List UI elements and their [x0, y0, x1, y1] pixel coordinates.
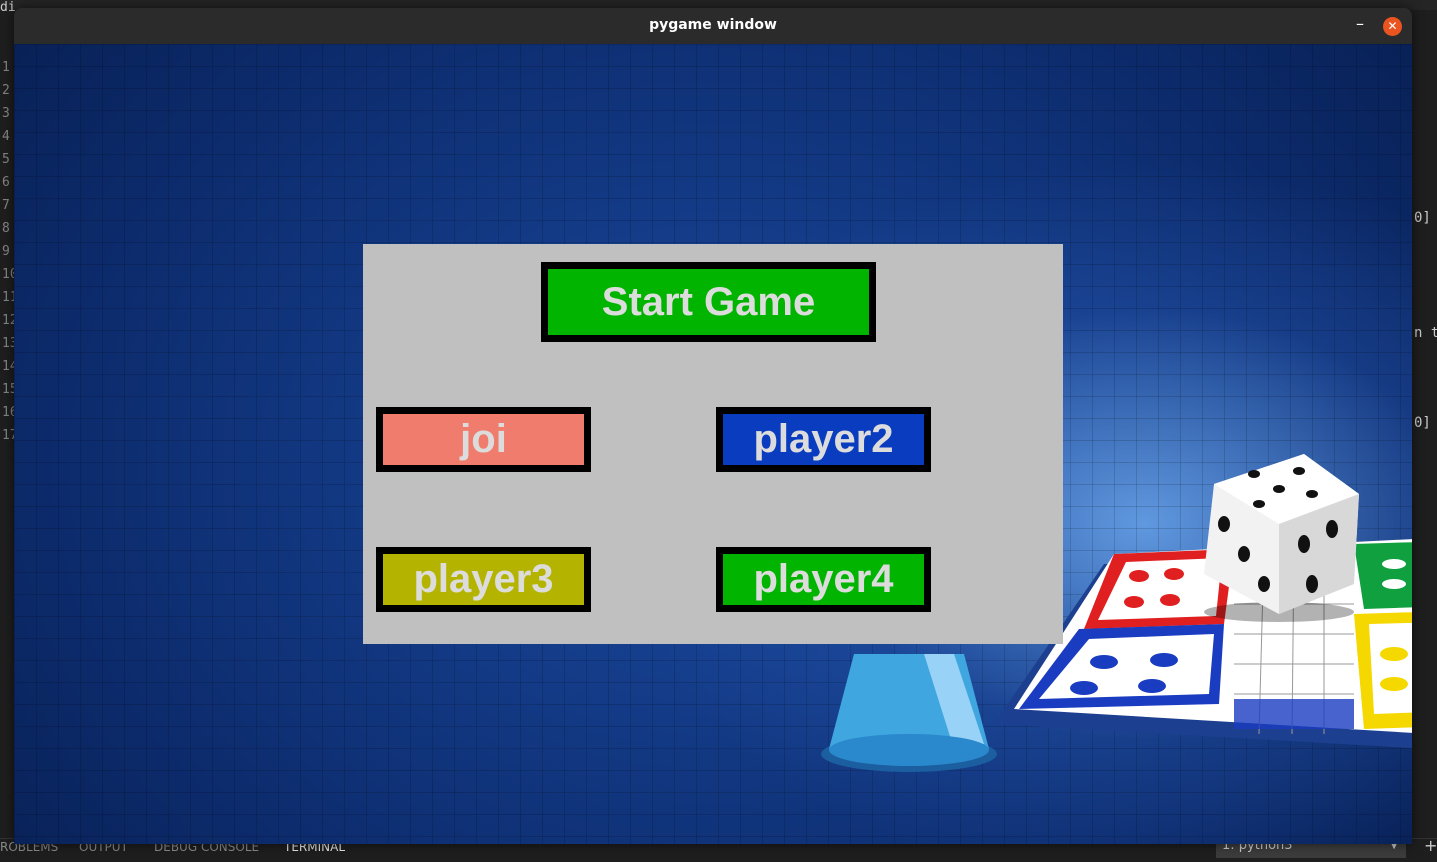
line-number: 14 [2, 359, 14, 374]
window-titlebar[interactable]: pygame window – ✕ [14, 8, 1412, 45]
player1-name-button[interactable]: joi [376, 407, 591, 472]
player4-name-button[interactable]: player4 [716, 547, 931, 612]
line-number: 2 [2, 83, 10, 98]
game-canvas[interactable]: Start Game joi player2 player3 player4 [14, 44, 1412, 844]
line-number: 12 [2, 313, 14, 328]
line-number: 16 [2, 405, 14, 420]
line-number: 15 [2, 382, 14, 397]
line-number: 11 [2, 290, 14, 305]
line-number: 3 [2, 106, 10, 121]
player3-name-button[interactable]: player3 [376, 547, 591, 612]
line-number: 1 [2, 60, 10, 75]
line-number: 7 [2, 198, 10, 213]
line-number: 9 [2, 244, 10, 259]
player2-name-button[interactable]: player2 [716, 407, 931, 472]
window-title: pygame window [649, 17, 777, 33]
add-terminal-button[interactable]: + [1424, 836, 1437, 855]
menu-panel: Start Game joi player2 player3 player4 [363, 244, 1063, 644]
line-number: 4 [2, 129, 10, 144]
line-number: 13 [2, 336, 14, 351]
dice-image [1204, 454, 1359, 622]
start-game-button[interactable]: Start Game [541, 262, 876, 342]
pygame-window: pygame window – ✕ Start Game joi player2… [14, 8, 1412, 844]
line-number-gutter: di 1 2 3 4 5 6 7 8 9 10 11 12 13 14 15 1… [0, 0, 16, 850]
close-button[interactable]: ✕ [1383, 17, 1402, 36]
line-number: 6 [2, 175, 10, 190]
line-number: 5 [2, 152, 10, 167]
editor-code-fragments: 0] n t 0] [1412, 40, 1437, 840]
minimize-button[interactable]: – [1350, 14, 1370, 34]
line-number: 8 [2, 221, 10, 236]
line-number: 10 [2, 267, 14, 282]
line-number: 17 [2, 428, 14, 443]
code-fragment: n t [1414, 325, 1437, 341]
code-fragment: 0] [1414, 415, 1431, 431]
pawn-image [821, 654, 997, 772]
code-fragment: 0] [1414, 210, 1431, 226]
